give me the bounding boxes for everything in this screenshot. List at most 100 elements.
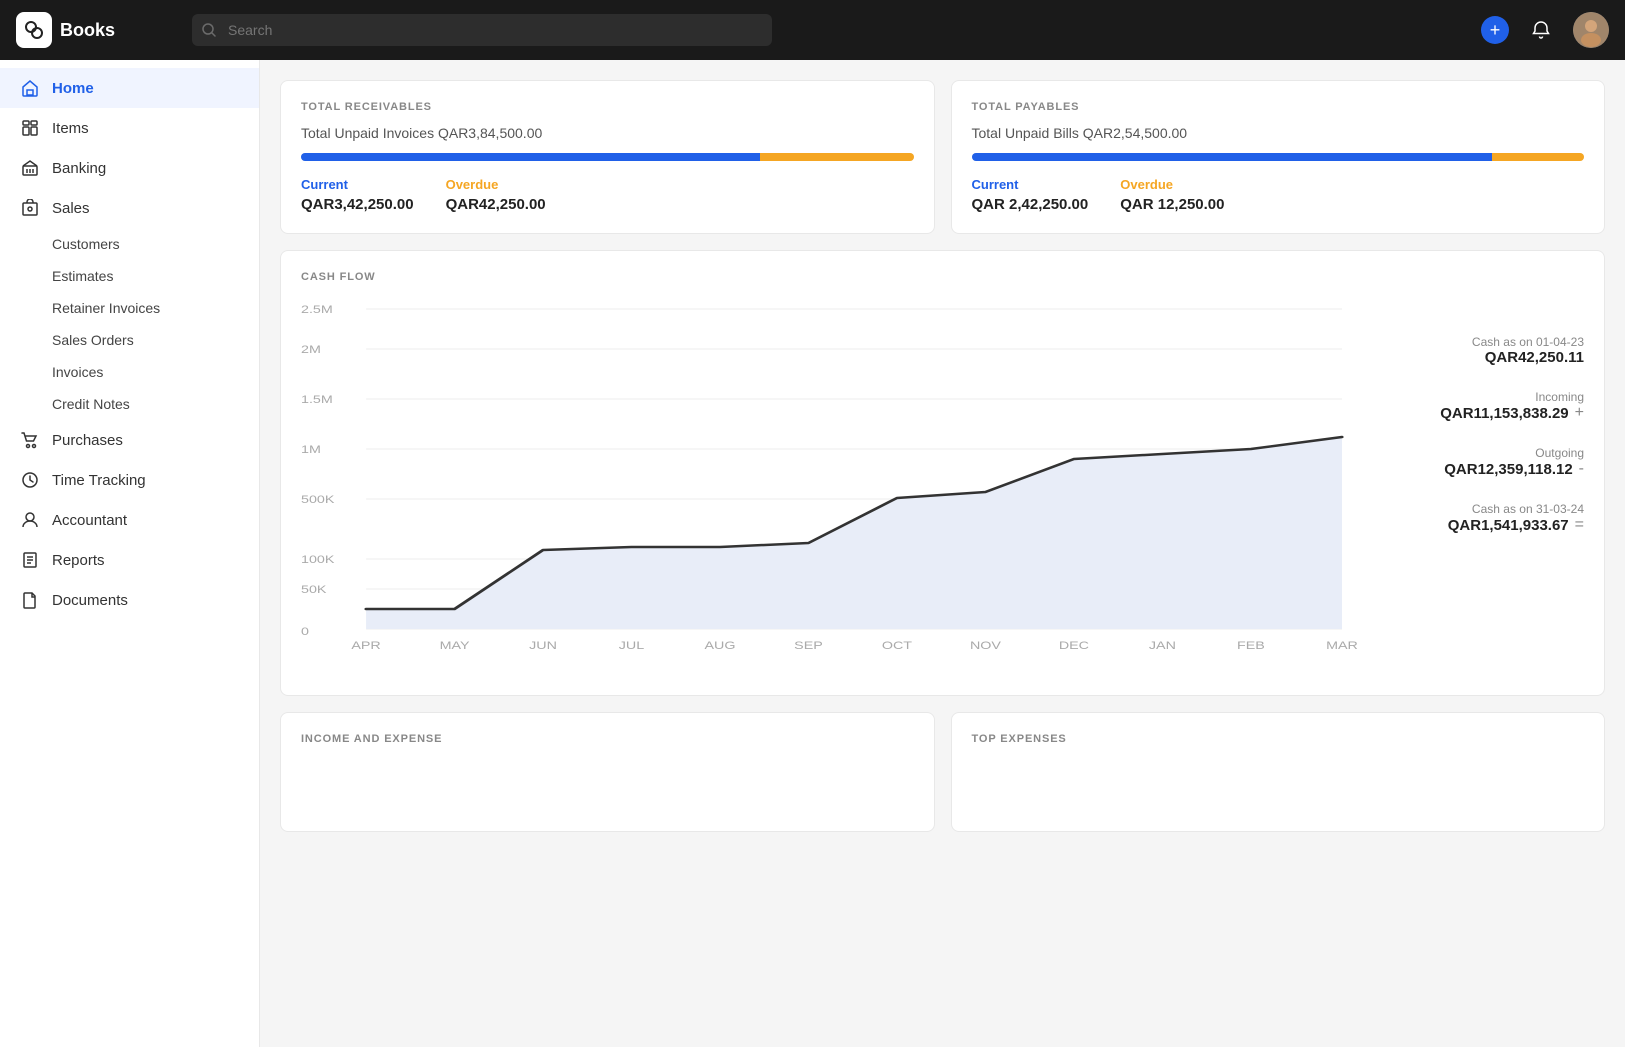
sidebar-item-time-tracking-label: Time Tracking xyxy=(52,472,146,489)
sidebar-item-home-label: Home xyxy=(52,80,94,97)
top-expenses-card: TOP EXPENSES xyxy=(951,712,1606,832)
sidebar-item-accountant[interactable]: Accountant xyxy=(0,500,259,540)
svg-text:1.5M: 1.5M xyxy=(301,393,333,406)
svg-text:FEB: FEB xyxy=(1237,639,1265,652)
svg-text:JUN: JUN xyxy=(529,639,557,652)
svg-text:AUG: AUG xyxy=(704,639,735,652)
income-expense-label: INCOME AND EXPENSE xyxy=(301,733,914,745)
sidebar-item-documents-label: Documents xyxy=(52,592,128,609)
incoming-item: Incoming QAR11,153,838.29 + xyxy=(1384,390,1584,422)
sidebar-item-home[interactable]: Home xyxy=(0,68,259,108)
sidebar-item-items-label: Items xyxy=(52,120,89,137)
sidebar-item-invoices[interactable]: Invoices xyxy=(0,356,259,388)
reports-icon xyxy=(20,550,40,570)
svg-text:JAN: JAN xyxy=(1149,639,1176,652)
payables-unpaid: Total Unpaid Bills QAR2,54,500.00 xyxy=(972,125,1585,141)
receivables-progress-bar xyxy=(301,153,914,161)
svg-text:50K: 50K xyxy=(301,583,327,596)
payables-current-label: Current xyxy=(972,177,1089,192)
payables-overdue-metric: Overdue QAR 12,250.00 xyxy=(1120,177,1224,213)
svg-text:SEP: SEP xyxy=(794,639,823,652)
bell-icon xyxy=(1531,20,1551,40)
svg-text:1M: 1M xyxy=(301,443,321,456)
app-name: Books xyxy=(60,20,115,41)
sidebar-item-sales[interactable]: Sales xyxy=(0,188,259,228)
svg-text:MAR: MAR xyxy=(1326,639,1358,652)
sidebar-item-estimates-label: Estimates xyxy=(52,268,113,284)
receivables-overdue-bar xyxy=(760,153,913,161)
sidebar-item-sales-label: Sales xyxy=(52,200,90,217)
payables-current-value: QAR 2,42,250.00 xyxy=(972,196,1089,213)
cash-end-value: QAR1,541,933.67 xyxy=(1448,517,1569,534)
sidebar-item-sales-orders-label: Sales Orders xyxy=(52,332,134,348)
receivables-current-value: QAR3,42,250.00 xyxy=(301,196,414,213)
payables-current-metric: Current QAR 2,42,250.00 xyxy=(972,177,1089,213)
receivables-overdue-label: Overdue xyxy=(446,177,546,192)
sidebar-item-customers-label: Customers xyxy=(52,236,120,252)
add-button[interactable]: + xyxy=(1481,16,1509,44)
topbar-actions: + xyxy=(1481,12,1609,48)
svg-text:OCT: OCT xyxy=(882,639,912,652)
svg-text:0: 0 xyxy=(301,625,309,638)
clock-icon xyxy=(20,470,40,490)
app-logo: Books xyxy=(16,12,176,48)
total-payables-card: TOTAL PAYABLES Total Unpaid Bills QAR2,5… xyxy=(951,80,1606,234)
cash-start-label: Cash as on 01-04-23 xyxy=(1384,335,1584,349)
layout: Home Items xyxy=(0,60,1625,1047)
items-icon xyxy=(20,118,40,138)
payables-current-bar xyxy=(972,153,1493,161)
total-receivables-card: TOTAL RECEIVABLES Total Unpaid Invoices … xyxy=(280,80,935,234)
svg-text:JUL: JUL xyxy=(619,639,644,652)
top-expenses-label: TOP EXPENSES xyxy=(972,733,1585,745)
svg-text:NOV: NOV xyxy=(970,639,1002,652)
receivables-current-bar xyxy=(301,153,760,161)
sidebar-item-retainer-invoices[interactable]: Retainer Invoices xyxy=(0,292,259,324)
bottom-cards-row: INCOME AND EXPENSE TOP EXPENSES xyxy=(280,712,1605,832)
sidebar-item-retainer-invoices-label: Retainer Invoices xyxy=(52,300,160,316)
chart-area-fill xyxy=(366,437,1342,629)
cash-flow-card: CASH FLOW 2.5M 2M 1.5M 1M 500K 100K 50K … xyxy=(280,250,1605,696)
sidebar-item-accountant-label: Accountant xyxy=(52,512,127,529)
purchases-icon xyxy=(20,430,40,450)
cash-flow-inner: 2.5M 2M 1.5M 1M 500K 100K 50K 0 xyxy=(301,295,1584,675)
receivables-overdue-metric: Overdue QAR42,250.00 xyxy=(446,177,546,213)
sidebar-item-time-tracking[interactable]: Time Tracking xyxy=(0,460,259,500)
sidebar-item-customers[interactable]: Customers xyxy=(0,228,259,260)
svg-text:500K: 500K xyxy=(301,493,335,506)
search-input[interactable] xyxy=(192,14,772,46)
main-content: TOTAL RECEIVABLES Total Unpaid Invoices … xyxy=(260,60,1625,1047)
user-avatar[interactable] xyxy=(1573,12,1609,48)
sidebar-item-credit-notes[interactable]: Credit Notes xyxy=(0,388,259,420)
sidebar-item-sales-orders[interactable]: Sales Orders xyxy=(0,324,259,356)
svg-text:100K: 100K xyxy=(301,553,335,566)
svg-text:MAY: MAY xyxy=(440,639,470,652)
sidebar-item-banking-label: Banking xyxy=(52,160,106,177)
incoming-value: QAR11,153,838.29 xyxy=(1440,405,1568,422)
receivables-title: TOTAL RECEIVABLES xyxy=(301,101,914,113)
payables-progress-bar xyxy=(972,153,1585,161)
receivables-unpaid: Total Unpaid Invoices QAR3,84,500.00 xyxy=(301,125,914,141)
banking-icon xyxy=(20,158,40,178)
svg-text:2.5M: 2.5M xyxy=(301,303,333,316)
sidebar-item-purchases[interactable]: Purchases xyxy=(0,420,259,460)
svg-text:DEC: DEC xyxy=(1059,639,1089,652)
home-icon xyxy=(20,78,40,98)
topbar: Books + xyxy=(0,0,1625,60)
sidebar-item-documents[interactable]: Documents xyxy=(0,580,259,620)
cash-end-item: Cash as on 31-03-24 QAR1,541,933.67 = xyxy=(1384,502,1584,534)
outgoing-item: Outgoing QAR12,359,118.12 - xyxy=(1384,446,1584,478)
sidebar-item-estimates[interactable]: Estimates xyxy=(0,260,259,292)
sidebar-item-reports[interactable]: Reports xyxy=(0,540,259,580)
sidebar-item-banking[interactable]: Banking xyxy=(0,148,259,188)
sidebar-item-purchases-label: Purchases xyxy=(52,432,123,449)
sidebar-item-reports-label: Reports xyxy=(52,552,105,569)
receivables-metrics: Current QAR3,42,250.00 Overdue QAR42,250… xyxy=(301,177,914,213)
payables-title: TOTAL PAYABLES xyxy=(972,101,1585,113)
cash-end-label: Cash as on 31-03-24 xyxy=(1384,502,1584,516)
payables-overdue-label: Overdue xyxy=(1120,177,1224,192)
svg-text:APR: APR xyxy=(351,639,380,652)
sidebar-item-items[interactable]: Items xyxy=(0,108,259,148)
notifications-button[interactable] xyxy=(1525,14,1557,46)
incoming-label: Incoming xyxy=(1384,390,1584,404)
cash-start-item: Cash as on 01-04-23 QAR42,250.11 xyxy=(1384,335,1584,366)
